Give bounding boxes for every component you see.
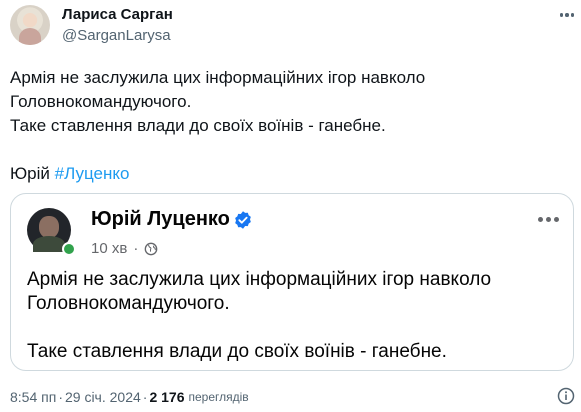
more-icon <box>559 13 564 17</box>
quoted-line: Головнокомандуючого. <box>27 293 230 314</box>
quoted-line: Таке ставлення влади до своїх воїнів - г… <box>27 341 447 362</box>
hashtag-link[interactable]: #Луценко <box>55 164 130 183</box>
globe-icon <box>144 242 158 255</box>
views-label[interactable]: переглядів <box>189 390 249 404</box>
quoted-line: Армія не заслужила цих інформаційних іго… <box>27 269 492 290</box>
footer-separator: · <box>58 389 63 405</box>
tweet-line: Армія не заслужила цих інформаційних іго… <box>10 68 426 87</box>
tweet-signature: Юрій #Луценко <box>10 162 570 186</box>
quoted-post-meta: 10 хв · <box>91 240 158 257</box>
quoted-post-card[interactable]: Юрій Луценко 10 хв · Армія не заслужила … <box>10 193 574 371</box>
online-status-indicator <box>62 242 76 256</box>
meta-separator: · <box>133 240 139 257</box>
more-options-button[interactable] <box>556 6 578 24</box>
quoted-post-text: Армія не заслужила цих інформаційних іго… <box>27 268 567 364</box>
author-handle[interactable]: @SarganLarysa <box>62 27 171 44</box>
quoted-post-time[interactable]: 10 хв <box>91 240 127 257</box>
author-display-name[interactable]: Лариса Сарган <box>62 6 173 23</box>
quoted-more-options-button[interactable] <box>535 212 561 226</box>
info-icon[interactable] <box>557 387 575 405</box>
more-icon <box>537 216 543 222</box>
tweet-line: Головнокомандуючого. <box>10 92 192 111</box>
post-date[interactable]: 29 січ. 2024 <box>65 389 141 405</box>
post-time[interactable]: 8:54 пп <box>10 389 56 405</box>
verified-badge-icon <box>235 211 251 229</box>
views-count[interactable]: 2 176 <box>149 389 184 405</box>
quoted-author-name[interactable]: Юрій Луценко <box>91 208 230 231</box>
tweet-line: Таке ставлення влади до своїх воїнів - г… <box>10 116 386 135</box>
signature-name: Юрій <box>10 164 50 183</box>
tweet-footer: 8:54 пп · 29 січ. 2024 · 2 176 перегляді… <box>10 389 249 405</box>
author-avatar[interactable] <box>10 5 50 45</box>
footer-separator: · <box>142 389 148 405</box>
tweet-text: Армія не заслужила цих інформаційних іго… <box>10 66 570 186</box>
